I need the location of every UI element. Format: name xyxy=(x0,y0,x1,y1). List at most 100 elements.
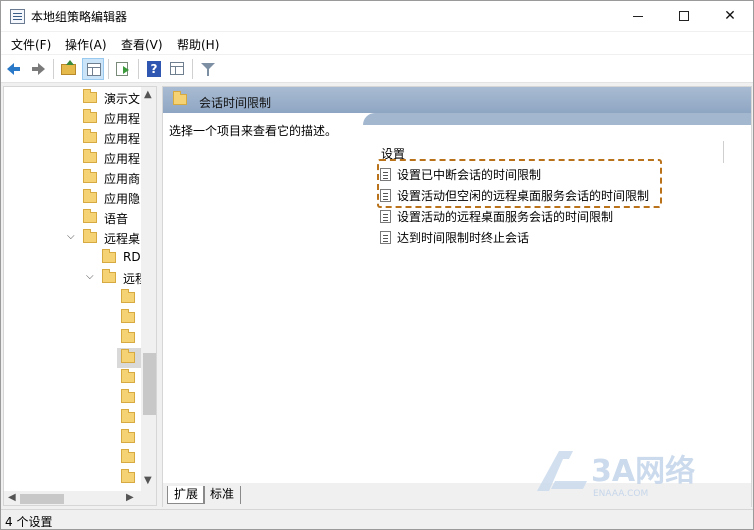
maximize-button[interactable] xyxy=(661,1,707,31)
tree-item[interactable]: 应用程 xyxy=(4,128,141,148)
filter-button[interactable] xyxy=(197,58,219,80)
tab-standard[interactable]: 标准 xyxy=(203,486,242,504)
tree-item[interactable] xyxy=(4,408,141,428)
chevron-down-icon[interactable]: ⌵ xyxy=(67,231,75,242)
tree-item[interactable] xyxy=(4,388,141,408)
minimize-button[interactable] xyxy=(615,1,661,31)
toolbar-separator xyxy=(138,59,139,79)
folder-icon xyxy=(121,449,135,463)
window: 本地组策略编辑器 ✕ 文件(F) 操作(A) 查看(V) 帮助(H) ? 演示文 xyxy=(0,0,754,530)
tree-item[interactable] xyxy=(4,288,141,308)
scroll-down-icon[interactable]: ▼ xyxy=(144,475,152,486)
policy-setting-icon xyxy=(380,231,391,244)
tree-item[interactable]: 演示文 xyxy=(4,88,141,108)
folder-icon xyxy=(121,309,135,323)
setting-label: 达到时间限制时终止会话 xyxy=(397,231,530,245)
status-bar: 4 个设置 xyxy=(1,509,753,529)
tree-item-label: 远程桌 xyxy=(104,232,141,246)
tree-item[interactable]: 应用程 xyxy=(4,108,141,128)
policy-setting-icon xyxy=(380,210,391,223)
folder-icon xyxy=(83,129,97,143)
folder-icon xyxy=(83,149,97,163)
export-list-button[interactable] xyxy=(112,58,134,80)
toolbar-separator xyxy=(53,59,54,79)
toolbar: ? xyxy=(1,55,753,83)
maximize-icon xyxy=(679,11,689,21)
minimize-icon xyxy=(633,15,643,17)
menu-help[interactable]: 帮助(H) xyxy=(177,36,219,53)
folder-icon xyxy=(102,269,116,283)
window-title: 本地组策略编辑器 xyxy=(31,10,128,24)
tree-item[interactable] xyxy=(4,428,141,448)
tree-item[interactable]: 应用隐 xyxy=(4,188,141,208)
up-one-level-button[interactable] xyxy=(58,58,80,80)
menu-view[interactable]: 查看(V) xyxy=(121,36,163,53)
tree-item[interactable] xyxy=(4,468,141,488)
folder-icon xyxy=(83,229,97,243)
folder-icon xyxy=(121,429,135,443)
folder-icon xyxy=(102,249,116,263)
group-policy-app-icon xyxy=(10,9,25,24)
properties-button[interactable] xyxy=(166,58,188,80)
help-button[interactable]: ? xyxy=(143,58,165,80)
properties-icon xyxy=(170,62,184,75)
scrollbar-thumb[interactable] xyxy=(20,494,64,504)
folder-icon xyxy=(121,349,135,363)
scroll-left-icon[interactable]: ◀ xyxy=(8,492,16,503)
toolbar-separator xyxy=(108,59,109,79)
folder-icon xyxy=(83,209,97,223)
export-list-icon xyxy=(116,62,129,76)
chevron-down-icon[interactable]: ⌵ xyxy=(86,271,94,282)
toolbar-separator xyxy=(192,59,193,79)
folder-icon xyxy=(83,89,97,103)
tree-item-label: 演示文 xyxy=(104,92,141,106)
tree-item[interactable]: 应用商 xyxy=(4,168,141,188)
tree-item-label: 应用商 xyxy=(104,172,141,186)
show-hide-tree-icon xyxy=(87,63,101,76)
tree-item[interactable]: RD xyxy=(4,248,141,268)
tree-item[interactable] xyxy=(4,368,141,388)
watermark-logo: 3A网络 ENAAA.COM xyxy=(537,451,695,499)
tree-item-label: 应用程 xyxy=(104,152,141,166)
column-divider xyxy=(723,141,724,163)
details-content: 选择一个项目来查看它的描述。 设置 设置已中断会话的时间限制 设置活动但空闲的远… xyxy=(163,113,751,508)
back-arrow-icon xyxy=(7,63,20,75)
watermark-text: 3A网络 xyxy=(591,454,695,489)
tree-item[interactable]: 应用程 xyxy=(4,148,141,168)
tree-item[interactable] xyxy=(4,328,141,348)
tree-item[interactable] xyxy=(4,448,141,468)
forward-arrow-icon xyxy=(32,63,45,75)
folder-up-icon xyxy=(61,60,76,75)
show-hide-tree-button[interactable] xyxy=(82,58,104,80)
scrollbar-thumb[interactable] xyxy=(143,353,156,415)
back-button[interactable] xyxy=(4,58,26,80)
tree-pane: 演示文 应用程 应用程 应用程 应用商 应用隐 语音 ⌵ 远程桌 RD ⌵ 远程… xyxy=(3,86,157,506)
tree-horizontal-scrollbar[interactable]: ◀ ▶ xyxy=(4,491,156,505)
tree-item[interactable]: 语音 xyxy=(4,208,141,228)
folder-icon xyxy=(121,329,135,343)
close-button[interactable]: ✕ xyxy=(707,1,753,31)
folder-icon xyxy=(121,369,135,383)
menu-file[interactable]: 文件(F) xyxy=(11,36,51,53)
description-text: 选择一个项目来查看它的描述。 xyxy=(169,124,338,138)
tree-item-selected[interactable] xyxy=(4,348,141,368)
tab-extended[interactable]: 扩展 xyxy=(167,486,206,504)
close-icon: ✕ xyxy=(724,8,736,24)
folder-icon xyxy=(83,169,97,183)
forward-button[interactable] xyxy=(26,58,48,80)
tree-item[interactable]: ⌵ 远程 xyxy=(4,268,147,288)
tree-vertical-scrollbar[interactable]: ▲ ▼ xyxy=(141,87,156,491)
highlight-annotation xyxy=(377,159,662,208)
setting-label: 设置活动的远程桌面服务会话的时间限制 xyxy=(397,210,614,224)
folder-icon xyxy=(83,109,97,123)
watermark-subtext: ENAAA.COM xyxy=(593,489,648,499)
help-icon: ? xyxy=(147,61,161,77)
folder-icon xyxy=(121,469,135,483)
tree-item-label: RD xyxy=(123,250,141,264)
tree-item[interactable] xyxy=(4,308,141,328)
scroll-right-icon[interactable]: ▶ xyxy=(126,492,134,503)
menu-action[interactable]: 操作(A) xyxy=(65,36,107,53)
folder-icon xyxy=(121,409,135,423)
scroll-up-icon[interactable]: ▲ xyxy=(144,89,152,100)
tree-item[interactable]: ⌵ 远程桌 xyxy=(4,228,141,248)
